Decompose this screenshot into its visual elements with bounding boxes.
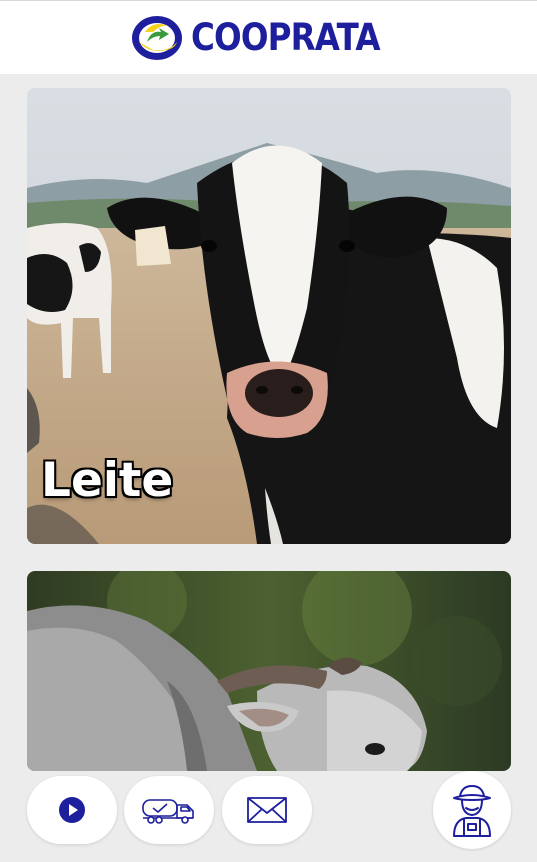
cooprata-logo[interactable]: COOPRATA xyxy=(131,12,405,64)
zebu-bull-photo xyxy=(27,571,511,771)
farmer-icon xyxy=(453,785,491,837)
video-button[interactable] xyxy=(27,776,117,844)
brand-name: COOPRATA xyxy=(191,16,381,59)
product-card-corte[interactable] xyxy=(27,571,511,771)
product-card-leite[interactable]: Leite xyxy=(27,88,511,544)
milk-truck-icon xyxy=(142,799,194,824)
play-icon xyxy=(59,797,85,823)
producer-profile-button[interactable] xyxy=(433,771,511,849)
mail-icon xyxy=(247,797,287,823)
cooprata-logo-icon xyxy=(132,15,183,60)
message-button[interactable] xyxy=(222,776,312,844)
milk-collection-button[interactable] xyxy=(124,776,214,844)
product-feed[interactable]: Leite xyxy=(0,74,537,862)
card-label: Leite xyxy=(41,453,174,508)
app-header: COOPRATA xyxy=(0,0,537,74)
bottom-navigation xyxy=(0,757,537,862)
